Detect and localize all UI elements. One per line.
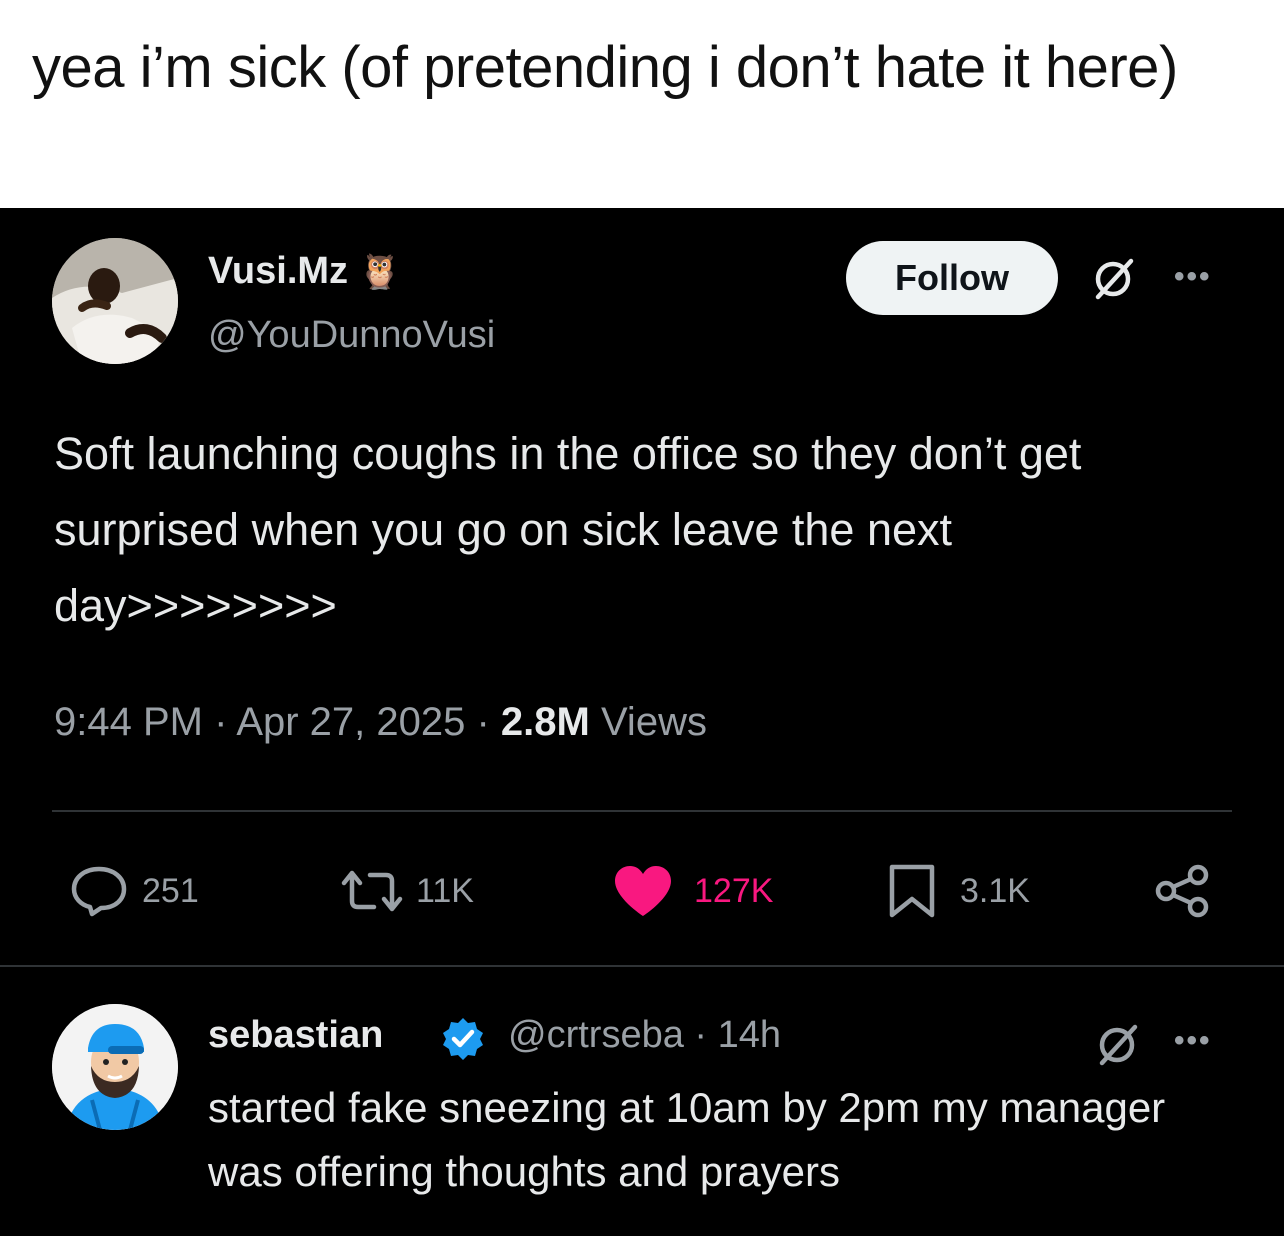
tweet-card[interactable]: Vusi.Mz 🦉 @YouDunnoVusi Follow ••• Soft … bbox=[0, 208, 1284, 1236]
grok-icon[interactable] bbox=[1090, 256, 1136, 302]
more-options-icon[interactable]: ••• bbox=[1174, 260, 1212, 294]
verified-badge-icon bbox=[443, 1018, 483, 1060]
bookmark-icon bbox=[889, 864, 935, 918]
more-options-icon[interactable]: ••• bbox=[1174, 1024, 1212, 1058]
avatar[interactable] bbox=[52, 238, 178, 364]
tweet-meta: 9:44 PM · Apr 27, 2025 · 2.8M Views bbox=[54, 700, 707, 745]
repost-count: 11K bbox=[416, 871, 474, 910]
reply-meta: @crtrseba · 14h bbox=[508, 1014, 781, 1057]
reply-button[interactable]: 251 bbox=[70, 863, 199, 919]
tweet-date[interactable]: Apr 27, 2025 bbox=[236, 700, 465, 744]
reply-handle[interactable]: @crtrseba bbox=[508, 1014, 684, 1056]
meta-separator: · bbox=[683, 1014, 718, 1056]
caption-text: yea i’m sick (of pretending i don’t hate… bbox=[32, 35, 1178, 100]
repost-icon bbox=[341, 870, 403, 912]
reply-icon bbox=[71, 866, 127, 917]
follow-button[interactable]: Follow bbox=[846, 241, 1058, 315]
grok-icon[interactable] bbox=[1094, 1022, 1140, 1068]
tweet-time[interactable]: 9:44 PM bbox=[54, 700, 203, 744]
display-name-text: Vusi.Mz bbox=[208, 250, 349, 292]
like-count: 127K bbox=[694, 871, 774, 910]
display-name[interactable]: Vusi.Mz 🦉 bbox=[208, 250, 401, 293]
share-icon bbox=[1155, 864, 1209, 918]
user-handle[interactable]: @YouDunnoVusi bbox=[208, 314, 495, 357]
tweet-text: Soft launching coughs in the office so t… bbox=[54, 428, 1082, 631]
share-button[interactable] bbox=[1152, 863, 1214, 919]
meta-separator: · bbox=[202, 700, 237, 744]
views-count: 2.8M bbox=[500, 700, 590, 744]
bookmark-button[interactable]: 3.1K bbox=[888, 863, 1030, 919]
reply-display-name[interactable]: sebastian bbox=[208, 1014, 383, 1057]
divider bbox=[0, 965, 1284, 967]
avatar-photo-icon bbox=[52, 238, 178, 364]
cartoon-avatar-icon bbox=[52, 1004, 178, 1130]
owl-emoji-icon: 🦉 bbox=[358, 253, 401, 291]
reply-display-name-text: sebastian bbox=[208, 1014, 384, 1056]
reply-count: 251 bbox=[142, 871, 199, 910]
caption-area: yea i’m sick (of pretending i don’t hate… bbox=[0, 0, 1284, 208]
reply-age[interactable]: 14h bbox=[718, 1014, 781, 1056]
views-label: Views bbox=[589, 700, 707, 744]
divider bbox=[52, 810, 1232, 812]
like-button[interactable]: 127K bbox=[612, 863, 773, 919]
repost-button[interactable]: 11K bbox=[338, 863, 474, 919]
heart-icon bbox=[615, 866, 671, 916]
reply-text: started fake sneezing at 10am by 2pm my … bbox=[208, 1084, 1166, 1195]
reply-avatar[interactable] bbox=[52, 1004, 178, 1130]
meta-separator: · bbox=[465, 700, 501, 744]
bookmark-count: 3.1K bbox=[960, 871, 1030, 910]
